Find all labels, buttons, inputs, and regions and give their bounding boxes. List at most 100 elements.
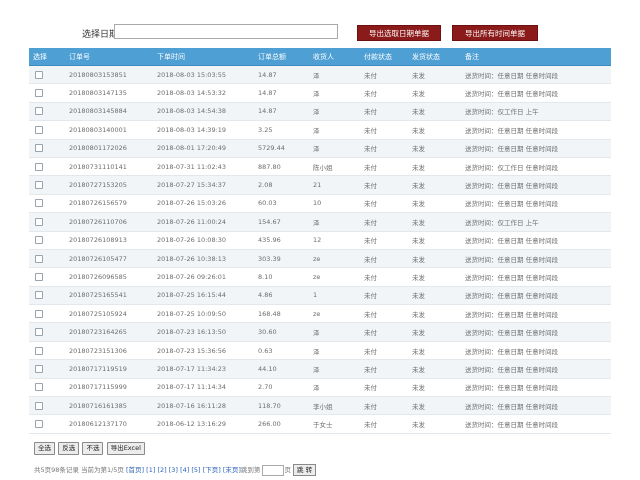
receiver-cell: 泽 bbox=[309, 212, 360, 232]
payment-status-cell: 未付 bbox=[360, 102, 408, 122]
row-select-cell bbox=[29, 83, 65, 103]
order-total-cell: 2.08 bbox=[254, 175, 309, 195]
table-row: 20180727153205 2018-07-27 15:34:37 2.08 21 未… bbox=[29, 175, 611, 195]
page-link-3[interactable]: [3] bbox=[169, 466, 178, 474]
row-checkbox[interactable] bbox=[35, 236, 43, 245]
page-link-4[interactable]: [4] bbox=[180, 466, 189, 474]
row-select-cell bbox=[29, 359, 65, 379]
header-order-total: 订单总额 bbox=[254, 48, 309, 66]
order-total-cell: 154.67 bbox=[254, 212, 309, 232]
shipping-status-cell: 未发 bbox=[408, 139, 461, 158]
export-excel-button[interactable]: 导出Excel bbox=[106, 442, 145, 455]
order-time-cell: 2018-06-12 13:16:29 bbox=[153, 414, 254, 434]
row-checkbox[interactable] bbox=[35, 309, 43, 318]
remark-cell: 送货时间：任意日期 任意时间段 bbox=[461, 120, 611, 140]
shipping-status-cell: 未发 bbox=[408, 286, 461, 306]
row-select-cell bbox=[29, 304, 65, 324]
page-number-input[interactable] bbox=[262, 464, 285, 476]
row-checkbox[interactable] bbox=[35, 254, 43, 263]
row-checkbox[interactable] bbox=[35, 364, 43, 373]
jump-label: 跳到第 bbox=[240, 466, 261, 474]
row-checkbox[interactable] bbox=[35, 144, 43, 153]
next-page-link[interactable]: [下页] bbox=[203, 466, 221, 474]
row-select-cell bbox=[29, 120, 65, 140]
page-link-5[interactable]: [5] bbox=[191, 466, 200, 474]
select-all-button[interactable]: 全选 bbox=[34, 442, 55, 455]
order-total-cell: 0.63 bbox=[254, 341, 309, 361]
row-checkbox[interactable] bbox=[35, 181, 43, 190]
remark-cell: 送货时间：任意日期 任意时间段 bbox=[461, 139, 611, 158]
remark-cell: 送货时间：任意日期 任意时间段 bbox=[461, 175, 611, 195]
remark-cell: 送货时间：仅工作日 任意时间段 bbox=[461, 157, 611, 177]
row-checkbox[interactable] bbox=[35, 328, 43, 337]
order-time-cell: 2018-07-31 11:02:43 bbox=[153, 157, 254, 177]
shipping-status-cell: 未发 bbox=[408, 194, 461, 214]
row-checkbox[interactable] bbox=[35, 346, 43, 355]
header-receiver: 收货人 bbox=[309, 48, 360, 66]
receiver-cell: 陈小姐 bbox=[309, 157, 360, 177]
table-row: 20180725165541 2018-07-25 16:15:44 4.86 1 未付… bbox=[29, 286, 611, 306]
row-select-cell bbox=[29, 341, 65, 361]
order-time-cell: 2018-07-27 15:34:37 bbox=[153, 175, 254, 195]
payment-status-cell: 未付 bbox=[360, 414, 408, 434]
row-checkbox[interactable] bbox=[35, 162, 43, 171]
shipping-status-cell: 未发 bbox=[408, 396, 461, 416]
row-select-cell bbox=[29, 414, 65, 434]
first-page-link[interactable]: [首页] bbox=[126, 466, 144, 474]
table-row: 20180726156579 2018-07-26 15:03:26 60.03 10… bbox=[29, 194, 611, 214]
date-input[interactable] bbox=[114, 24, 338, 39]
order-number-cell: 20180726105477 bbox=[65, 249, 153, 269]
select-none-button[interactable]: 不选 bbox=[82, 442, 104, 455]
order-total-cell: 3.25 bbox=[254, 120, 309, 140]
table-row: 20180801172026 2018-08-01 17:20:49 5729.44… bbox=[29, 139, 611, 158]
receiver-cell: ze bbox=[309, 249, 360, 269]
shipping-status-cell: 未发 bbox=[408, 359, 461, 379]
order-total-cell: 60.03 bbox=[254, 194, 309, 214]
receiver-cell: 12 bbox=[309, 231, 360, 250]
order-number-cell: 20180717115999 bbox=[65, 378, 153, 398]
invert-selection-button[interactable]: 反选 bbox=[58, 442, 80, 455]
receiver-cell: ze bbox=[309, 304, 360, 324]
page-link-2[interactable]: [2] bbox=[157, 466, 166, 474]
row-checkbox[interactable] bbox=[35, 70, 43, 79]
row-checkbox[interactable] bbox=[35, 291, 43, 300]
order-time-cell: 2018-08-01 17:20:49 bbox=[153, 139, 254, 158]
order-total-cell: 14.87 bbox=[254, 83, 309, 103]
row-checkbox[interactable] bbox=[35, 217, 43, 226]
shipping-status-cell: 未发 bbox=[408, 175, 461, 195]
payment-status-cell: 未付 bbox=[360, 267, 408, 287]
row-select-cell bbox=[29, 231, 65, 250]
shipping-status-cell: 未发 bbox=[408, 157, 461, 177]
order-time-cell: 2018-08-03 14:54:38 bbox=[153, 102, 254, 122]
export-all-button[interactable]: 导出所有时间单据 bbox=[452, 25, 538, 41]
row-checkbox[interactable] bbox=[35, 401, 43, 410]
row-checkbox[interactable] bbox=[35, 383, 43, 392]
shipping-status-cell: 未发 bbox=[408, 249, 461, 269]
row-checkbox[interactable] bbox=[35, 272, 43, 281]
row-checkbox[interactable] bbox=[35, 89, 43, 98]
remark-cell: 送货时间：任意日期 任意时间段 bbox=[461, 378, 611, 398]
row-select-cell bbox=[29, 139, 65, 158]
export-selected-date-button[interactable]: 导出选取日期单据 bbox=[357, 25, 441, 41]
payment-status-cell: 未付 bbox=[360, 194, 408, 214]
receiver-cell: 泽 bbox=[309, 359, 360, 379]
order-total-cell: 435.96 bbox=[254, 231, 309, 250]
jump-button[interactable]: 跳 转 bbox=[293, 464, 317, 476]
receiver-cell: 10 bbox=[309, 194, 360, 214]
payment-status-cell: 未付 bbox=[360, 378, 408, 398]
order-number-cell: 20180727153205 bbox=[65, 175, 153, 195]
row-checkbox[interactable] bbox=[35, 420, 43, 429]
shipping-status-cell: 未发 bbox=[408, 341, 461, 361]
row-checkbox[interactable] bbox=[35, 107, 43, 116]
order-number-cell: 20180731110141 bbox=[65, 157, 153, 177]
remark-cell: 送货时间：任意日期 任意时间段 bbox=[461, 267, 611, 287]
row-checkbox[interactable] bbox=[35, 125, 43, 134]
order-time-cell: 2018-08-03 15:03:55 bbox=[153, 65, 254, 85]
page-link-1[interactable]: [1] bbox=[146, 466, 155, 474]
payment-status-cell: 未付 bbox=[360, 359, 408, 379]
row-checkbox[interactable] bbox=[35, 199, 43, 208]
last-page-link[interactable]: [末页] bbox=[223, 466, 241, 474]
order-number-cell: 20180803145884 bbox=[65, 102, 153, 122]
order-number-cell: 20180726110706 bbox=[65, 212, 153, 232]
receiver-cell: 泽 bbox=[309, 65, 360, 85]
